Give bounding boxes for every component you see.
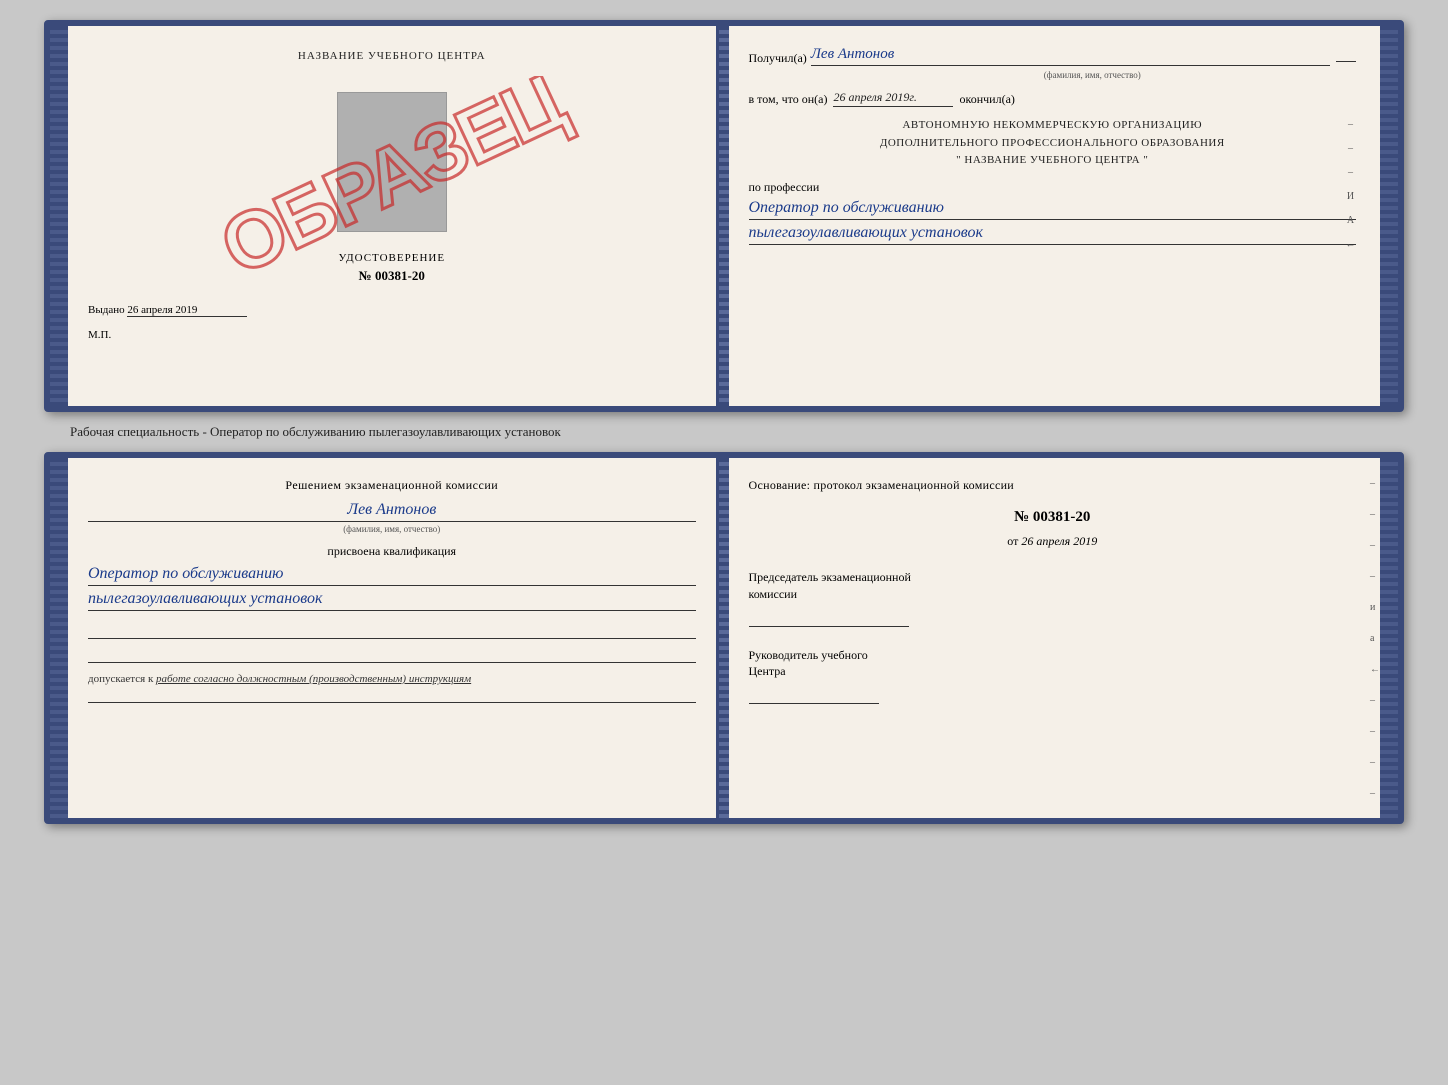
blank-line1 bbox=[88, 621, 696, 639]
vtom-label: в том, что он(а) bbox=[749, 92, 828, 107]
vydano-line: Выдано 26 апреля 2019 bbox=[88, 304, 696, 317]
ot-date: 26 апреля 2019 bbox=[1021, 534, 1097, 548]
rukovoditel-line1: Руководитель учебного bbox=[749, 647, 1357, 664]
predsedatel-line1: Председатель экзаменационной bbox=[749, 569, 1357, 586]
vydano-date: 26 апреля 2019 bbox=[127, 304, 247, 317]
spine-left bbox=[50, 26, 68, 406]
rukovoditel-underline bbox=[749, 686, 879, 704]
poluchil-line: Получил(а) Лев Антонов bbox=[749, 46, 1357, 66]
dopuskaetsya-prefix: допускается к bbox=[88, 673, 153, 685]
predsedatel-label: Председатель экзаменационной комиссии bbox=[749, 569, 1357, 627]
book-content-top: НАЗВАНИЕ УЧЕБНОГО ЦЕНТРА ОБРАЗЕЦ УДОСТОВ… bbox=[68, 26, 1380, 406]
center-spine-bottom bbox=[719, 458, 729, 818]
ot-label: от bbox=[1007, 534, 1018, 548]
dopuskaetsya-text: допускается к работе согласно должностны… bbox=[88, 673, 696, 685]
org-block: АВТОНОМНУЮ НЕКОММЕРЧЕСКУЮ ОРГАНИЗАЦИЮ ДО… bbox=[749, 117, 1357, 170]
commission-person-name: Лев Антонов bbox=[88, 501, 696, 522]
org-line3: " НАЗВАНИЕ УЧЕБНОГО ЦЕНТРА " bbox=[749, 152, 1357, 170]
right-page-top: Получил(а) Лев Антонов (фамилия, имя, от… bbox=[729, 26, 1381, 406]
udostoverenie-label: УДОСТОВЕРЕНИЕ bbox=[88, 252, 696, 264]
osnovanie-label: Основание: протокол экзаменационной коми… bbox=[749, 478, 1357, 493]
protocol-number: № 00381-20 bbox=[749, 509, 1357, 526]
poluchil-label: Получил(а) bbox=[749, 51, 807, 66]
dash-after-name bbox=[1336, 61, 1356, 62]
qual-line2: пылегазоулавливающих установок bbox=[88, 590, 696, 611]
mp-line: М.П. bbox=[88, 329, 696, 341]
vydano-label: Выдано bbox=[88, 304, 125, 316]
ot-line: от 26 апреля 2019 bbox=[749, 534, 1357, 549]
spine-right-top bbox=[1380, 26, 1398, 406]
blank-line2 bbox=[88, 645, 696, 663]
predsedatel-underline bbox=[749, 609, 909, 627]
spine-left-bottom bbox=[50, 458, 68, 818]
vtom-line: в том, что он(а) 26 апреля 2019г. окончи… bbox=[749, 90, 1357, 107]
bottom-document-book: Решением экзаменационной комиссии Лев Ан… bbox=[44, 452, 1404, 824]
org-line1: АВТОНОМНУЮ НЕКОММЕРЧЕСКУЮ ОРГАНИЗАЦИЮ bbox=[749, 117, 1357, 135]
okonchil-label: окончил(а) bbox=[959, 92, 1014, 107]
photo-placeholder bbox=[337, 92, 447, 232]
blank-line3 bbox=[88, 685, 696, 703]
udostoverenie-number: № 00381-20 bbox=[88, 268, 696, 284]
fio-hint-bottom: (фамилия, имя, отчество) bbox=[88, 524, 696, 534]
top-document-book: НАЗВАНИЕ УЧЕБНОГО ЦЕНТРА ОБРАЗЕЦ УДОСТОВ… bbox=[44, 20, 1404, 412]
org-name-top: НАЗВАНИЕ УЧЕБНОГО ЦЕНТРА bbox=[88, 50, 696, 62]
vtom-date: 26 апреля 2019г. bbox=[833, 90, 953, 107]
po-professii-label: по профессии bbox=[749, 180, 1357, 195]
rukovoditel-label: Руководитель учебного Центра bbox=[749, 647, 1357, 705]
profession-line2: пылегазоулавливающих установок bbox=[749, 224, 1357, 245]
book-content-bottom: Решением экзаменационной комиссии Лев Ан… bbox=[68, 458, 1380, 818]
fio-hint-top: (фамилия, имя, отчество) bbox=[829, 70, 1357, 80]
resheniem-label: Решением экзаменационной комиссии bbox=[88, 478, 696, 493]
bottom-left-page: Решением экзаменационной комиссии Лев Ан… bbox=[68, 458, 719, 818]
poluchil-name: Лев Антонов bbox=[811, 46, 1330, 66]
right-dashes-bottom: – – – – и а ← – – – – – bbox=[1370, 478, 1380, 824]
between-label: Рабочая специальность - Оператор по обсл… bbox=[20, 424, 561, 440]
spine-right-bottom bbox=[1380, 458, 1398, 818]
rukovoditel-line2: Центра bbox=[749, 663, 1357, 680]
dopuskaetsya-italic: работе согласно должностным (производств… bbox=[156, 673, 471, 685]
right-dashes-top: – – – и а ← bbox=[1346, 117, 1357, 253]
predsedatel-line2: комиссии bbox=[749, 586, 1357, 603]
qual-line1: Оператор по обслуживанию bbox=[88, 565, 696, 586]
prisvoyena-label: присвоена квалификация bbox=[88, 544, 696, 559]
org-line2: ДОПОЛНИТЕЛЬНОГО ПРОФЕССИОНАЛЬНОГО ОБРАЗО… bbox=[749, 135, 1357, 153]
left-page-top: НАЗВАНИЕ УЧЕБНОГО ЦЕНТРА ОБРАЗЕЦ УДОСТОВ… bbox=[68, 26, 719, 406]
center-spine-top bbox=[719, 26, 729, 406]
bottom-right-page: Основание: протокол экзаменационной коми… bbox=[729, 458, 1381, 818]
profession-line1: Оператор по обслуживанию bbox=[749, 199, 1357, 220]
stamp-area bbox=[88, 92, 696, 232]
udostoverenie-block: УДОСТОВЕРЕНИЕ № 00381-20 bbox=[88, 252, 696, 284]
